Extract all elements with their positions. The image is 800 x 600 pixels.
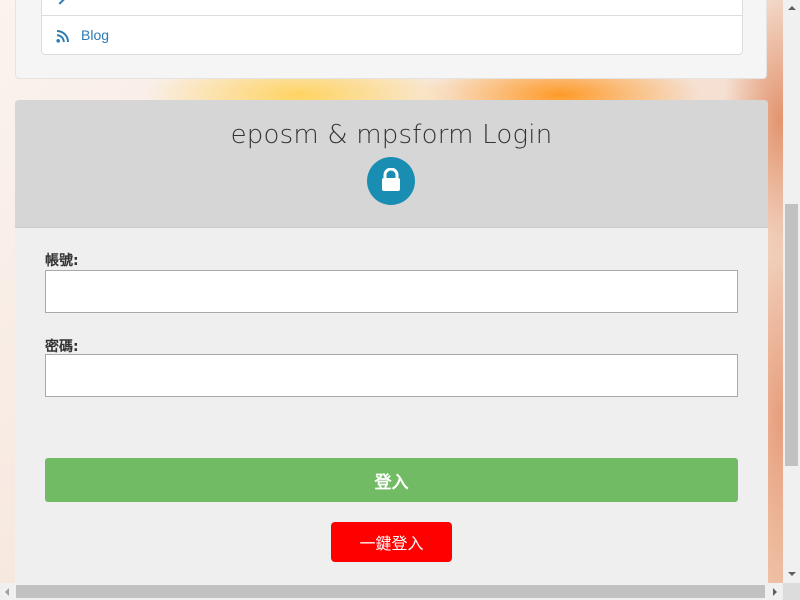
lock-icon: [367, 157, 415, 205]
quick-login-button[interactable]: 一鍵登入: [331, 522, 452, 562]
password-field[interactable]: [45, 354, 738, 397]
vertical-scrollbar[interactable]: [783, 0, 800, 583]
scroll-right-icon[interactable]: [773, 588, 777, 596]
username-field[interactable]: [45, 270, 738, 313]
login-header: eposm & mpsform Login: [15, 100, 768, 228]
chevron-right-icon: [54, 0, 66, 5]
page-title: eposm & mpsform Login: [230, 120, 553, 150]
links-list: Blog: [41, 0, 743, 55]
scroll-corner: [783, 583, 800, 600]
horizontal-scrollbar[interactable]: [0, 583, 783, 600]
list-item[interactable]: [42, 0, 742, 16]
list-item-blog[interactable]: Blog: [42, 16, 742, 54]
scrollbar-thumb[interactable]: [16, 585, 765, 598]
scroll-down-icon[interactable]: [788, 572, 796, 576]
username-label: 帳號:: [45, 253, 79, 269]
scrollbar-thumb[interactable]: [785, 204, 798, 466]
password-label: 密碼:: [45, 339, 79, 355]
list-item-label: Blog: [81, 27, 110, 43]
rss-icon: [56, 28, 70, 43]
login-panel: eposm & mpsform Login 帳號: 密碼: 登入 一鍵登入: [15, 100, 768, 600]
scroll-up-icon[interactable]: [788, 6, 796, 10]
scroll-left-icon[interactable]: [5, 588, 9, 596]
login-button[interactable]: 登入: [45, 458, 738, 502]
links-panel: Blog: [15, 0, 767, 79]
